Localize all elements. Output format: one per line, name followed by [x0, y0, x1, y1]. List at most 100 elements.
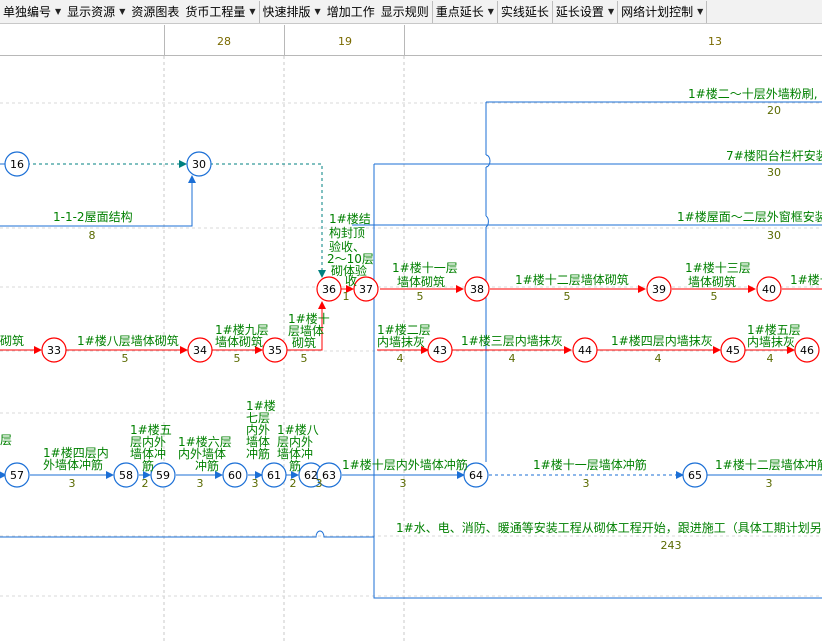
dropdown-arrow-icon[interactable]: ▼ — [315, 7, 321, 16]
activity-duration: 3 — [69, 477, 76, 490]
event-node-id: 33 — [47, 344, 61, 357]
activity-label: 墙体砌筑 — [688, 274, 736, 289]
dropdown-arrow-icon[interactable]: ▼ — [608, 7, 614, 16]
activity-label: 1#楼十 — [790, 272, 822, 287]
activity-label: 1#水、电、消防、暖通等安装工程从砌体工程开始，跟进施工（具体工期计划另详 — [396, 520, 822, 535]
event-node[interactable]: 40 — [756, 276, 782, 302]
event-node-id: 44 — [578, 344, 592, 357]
dropdown-arrow-icon[interactable]: ▼ — [249, 7, 255, 16]
toolbar-item-label: 快速排版 — [262, 5, 311, 19]
activity-duration: 2 — [142, 477, 149, 490]
event-node[interactable]: 43 — [427, 337, 453, 363]
toolbar-item[interactable]: 单独编号 ▼ — [0, 1, 64, 23]
activity-duration: 3 — [316, 477, 323, 490]
activity-duration: 5 — [122, 352, 129, 365]
event-node[interactable]: 38 — [464, 276, 490, 302]
activity-label: 层 — [0, 433, 12, 447]
event-node[interactable]: 33 — [41, 337, 67, 363]
ruler-label: 13 — [708, 35, 722, 48]
event-node-id: 40 — [762, 283, 776, 296]
event-node[interactable]: 36 — [316, 276, 342, 302]
event-node[interactable]: 60 — [222, 462, 248, 488]
toolbar-item[interactable]: 快速排版 ▼ — [260, 1, 324, 23]
toolbar-item[interactable]: 显示规则 — [378, 0, 433, 23]
activity-label: 墙体砌筑 — [215, 334, 263, 349]
event-node-id: 58 — [119, 469, 133, 482]
activity-duration: 5 — [234, 352, 241, 365]
activity-label: 7#楼阳台栏杆安装 — [726, 148, 822, 163]
toolbar-item-label: 增加工作 — [326, 5, 375, 19]
event-node[interactable]: 39 — [646, 276, 672, 302]
activity-label: 构封顶 — [329, 225, 365, 240]
dropdown-arrow-icon[interactable]: ▼ — [55, 7, 61, 16]
activity-label: 1#楼二～十层外墙粉刷, — [688, 86, 818, 101]
event-node[interactable]: 65 — [682, 462, 708, 488]
activity-label: 筋 — [289, 458, 301, 473]
activity-duration: 4 — [397, 352, 404, 365]
activity-duration: 3 — [197, 477, 204, 490]
event-node[interactable]: 59 — [150, 462, 176, 488]
activity-label: 外墙体冲筋 — [43, 457, 103, 472]
activity-label: 1#楼三层内墙抹灰 — [461, 333, 563, 348]
activity-duration: 8 — [89, 229, 96, 242]
event-node-id: 36 — [322, 283, 336, 296]
activity-label: 1#楼四层内墙抹灰 — [611, 333, 713, 348]
activity-duration: 3 — [252, 477, 259, 490]
event-node-id: 39 — [652, 283, 666, 296]
event-node-id: 38 — [470, 283, 484, 296]
event-node-id: 64 — [469, 469, 483, 482]
network-diagram[interactable]: 16 3036 37 38 39 4033 34 35 43 44 45 4657 58 59 60 61 62… — [0, 56, 822, 644]
event-node[interactable]: 16 — [4, 151, 30, 177]
dropdown-arrow-icon[interactable]: ▼ — [488, 7, 494, 16]
event-node[interactable]: 37 — [353, 276, 379, 302]
activity-duration: 5 — [417, 290, 424, 303]
activity-label: 1-1-2屋面结构 — [53, 209, 133, 224]
activity-duration: 5 — [711, 290, 718, 303]
activity-duration: 1 — [343, 290, 350, 303]
event-node[interactable]: 34 — [187, 337, 213, 363]
ruler-divider — [284, 25, 285, 55]
dropdown-arrow-icon[interactable]: ▼ — [697, 7, 703, 16]
event-node[interactable]: 61 — [261, 462, 287, 488]
toolbar-item-label: 单独编号 — [3, 5, 52, 19]
toolbar-item[interactable]: 延长设置 ▼ — [553, 0, 619, 23]
toolbar-item-label: 显示规则 — [380, 5, 429, 19]
event-node-id: 34 — [193, 344, 207, 357]
toolbar-item[interactable]: 货币工程量 ▼ — [182, 0, 260, 23]
activity-label: 砌筑 — [0, 333, 24, 348]
event-node[interactable]: 58 — [113, 462, 139, 488]
toolbar-item[interactable]: 实线延长 — [498, 0, 553, 23]
toolbar-item-label: 延长设置 — [555, 5, 604, 19]
activity-label: 1#楼十一层墙体冲筋 — [533, 457, 647, 472]
toolbar-item[interactable]: 显示资源 ▼ — [64, 1, 128, 23]
toolbar-item[interactable]: 网络计划控制 ▼ — [618, 0, 708, 23]
toolbar-item[interactable]: 资源图表 — [128, 1, 182, 23]
toolbar-item-label: 实线延长 — [500, 5, 549, 19]
activity-label: 冲筋 — [195, 458, 219, 473]
event-node[interactable]: 35 — [262, 337, 288, 363]
dropdown-arrow-icon[interactable]: ▼ — [119, 7, 125, 16]
event-node-id: 37 — [359, 283, 373, 296]
event-node[interactable]: 45 — [720, 337, 746, 363]
activity-duration: 5 — [301, 352, 308, 365]
event-node-id: 57 — [10, 469, 24, 482]
event-node[interactable]: 57 — [4, 462, 30, 488]
activity-label: 1#楼十二层墙体冲筋 — [715, 457, 822, 472]
activity-duration: 4 — [655, 352, 662, 365]
ruler-divider — [164, 25, 165, 55]
event-node[interactable]: 30 — [186, 151, 212, 177]
event-node[interactable]: 46 — [794, 337, 820, 363]
event-node-id: 60 — [228, 469, 242, 482]
activity-label: 墙体砌筑 — [397, 274, 445, 289]
activity-label: 1#楼屋面～二层外窗框安装 — [677, 209, 822, 224]
toolbar-item-label: 重点延长 — [435, 5, 484, 19]
toolbar-item[interactable]: 重点延长 ▼ — [433, 0, 498, 23]
activity-duration: 3 — [400, 477, 407, 490]
activity-duration: 4 — [509, 352, 516, 365]
activity-label: 1#楼十一层 — [392, 260, 458, 275]
event-node[interactable]: 44 — [572, 337, 598, 363]
activity-label: 1#楼十三层 — [685, 260, 751, 275]
timescale-ruler: 28 19 13 — [0, 25, 822, 56]
toolbar-item[interactable]: 增加工作 — [324, 1, 378, 23]
event-node-id: 46 — [800, 344, 814, 357]
